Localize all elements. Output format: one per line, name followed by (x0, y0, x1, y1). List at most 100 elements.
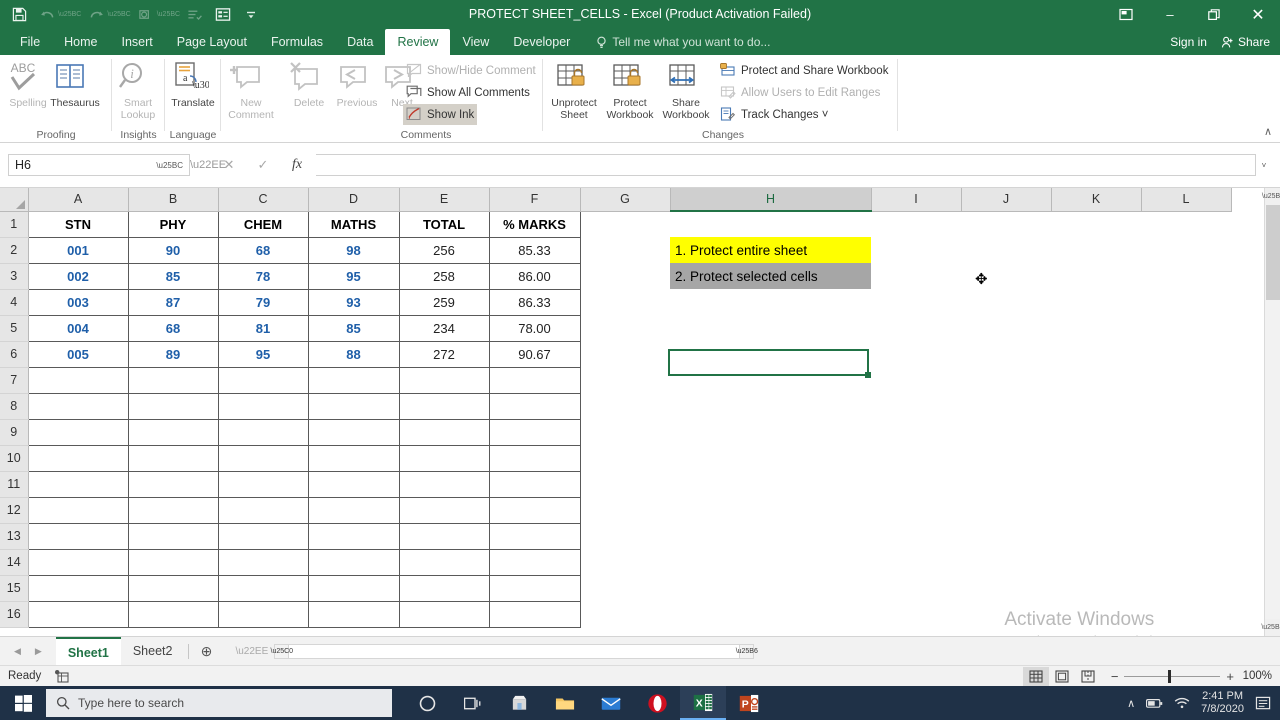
wifi-icon[interactable] (1174, 697, 1190, 709)
share-workbook-button[interactable]: Share Workbook (657, 57, 715, 121)
cell-f10[interactable] (488, 444, 581, 472)
share-button[interactable]: Share (1221, 35, 1270, 49)
column-header-g[interactable]: G (580, 188, 671, 212)
cell-k7[interactable] (1051, 367, 1141, 393)
cell-c6[interactable]: 95 (217, 340, 309, 368)
cell-i15[interactable] (871, 575, 961, 601)
cell-i9[interactable] (871, 419, 961, 445)
cell-l3[interactable] (1141, 263, 1231, 289)
cell-k12[interactable] (1051, 497, 1141, 523)
row-header-12[interactable]: 12 (0, 497, 29, 524)
cell-g2[interactable] (580, 237, 670, 263)
cell-b4[interactable]: 87 (127, 288, 219, 316)
cell-k10[interactable] (1051, 445, 1141, 471)
cell-k13[interactable] (1051, 523, 1141, 549)
show-ink-button[interactable]: Show Ink (403, 104, 478, 125)
cell-f9[interactable] (488, 418, 581, 446)
row-header-7[interactable]: 7 (0, 367, 29, 394)
cell-c4[interactable]: 79 (217, 288, 309, 316)
cell-k14[interactable] (1051, 549, 1141, 575)
page-layout-view-icon[interactable] (1049, 667, 1075, 686)
tab-developer[interactable]: Developer (501, 29, 582, 55)
column-header-l[interactable]: L (1141, 188, 1232, 212)
row-header-1[interactable]: 1 (0, 211, 29, 238)
restore-button[interactable] (1192, 0, 1236, 29)
cell-g13[interactable] (580, 523, 670, 549)
cell-h16[interactable] (670, 601, 871, 627)
zoom-in-button[interactable]: + (1226, 669, 1234, 684)
allow-users-to-edit-ranges-button[interactable]: Allow Users to Edit Ranges (717, 82, 883, 103)
notification-icon[interactable] (1255, 696, 1272, 711)
cell-c15[interactable] (217, 574, 309, 602)
cell-c9[interactable] (217, 418, 309, 446)
cell-g10[interactable] (580, 445, 670, 471)
cell-b12[interactable] (127, 496, 219, 524)
cell-i6[interactable] (871, 341, 961, 367)
cell-h13[interactable] (670, 523, 871, 549)
column-header-b[interactable]: B (128, 188, 219, 212)
cell-k8[interactable] (1051, 393, 1141, 419)
expand-formula-bar-button[interactable]: ˅ (1256, 161, 1272, 170)
row-header-8[interactable]: 8 (0, 393, 29, 420)
thesaurus-button[interactable]: Thesaurus (49, 57, 101, 109)
tab-view[interactable]: View (450, 29, 501, 55)
cell-d14[interactable] (307, 548, 400, 576)
row-header-4[interactable]: 4 (0, 289, 29, 316)
cell-g16[interactable] (580, 601, 670, 627)
horizontal-scrollbar[interactable]: \u25C0 \u25B6 (271, 643, 758, 659)
cell-h9[interactable] (670, 419, 871, 445)
page-break-preview-icon[interactable] (1075, 667, 1101, 686)
cell-j16[interactable] (961, 601, 1051, 627)
scroll-up-arrow-icon[interactable]: \u25B2 (1262, 188, 1280, 205)
cortana-icon[interactable] (404, 686, 450, 720)
taskbar-clock[interactable]: 2:41 PM 7/8/2020 (1201, 690, 1244, 716)
cell-b9[interactable] (127, 418, 219, 446)
cell-c7[interactable] (217, 366, 309, 394)
cell-d13[interactable] (307, 522, 400, 550)
vertical-scrollbar[interactable]: \u25B2 \u25BC (1261, 188, 1280, 636)
cell-g6[interactable] (580, 341, 670, 367)
cell-d1[interactable]: MATHS (307, 210, 400, 238)
protect-and-share-workbook-button[interactable]: Protect and Share Workbook (717, 60, 891, 81)
column-header-k[interactable]: K (1051, 188, 1142, 212)
cell-f11[interactable] (488, 470, 581, 498)
cell-j15[interactable] (961, 575, 1051, 601)
new-comment-button[interactable]: New Comment (223, 57, 279, 121)
column-header-h[interactable]: H (670, 188, 872, 212)
normal-view-icon[interactable] (1022, 666, 1049, 686)
column-header-e[interactable]: E (399, 188, 490, 212)
cell-g1[interactable] (580, 211, 670, 237)
cell-b8[interactable] (127, 392, 219, 420)
insert-function-button[interactable]: fx (280, 154, 314, 176)
cell-i13[interactable] (871, 523, 961, 549)
column-header-j[interactable]: J (961, 188, 1052, 212)
cell-e13[interactable] (398, 522, 490, 550)
cell-b3[interactable]: 85 (127, 262, 219, 290)
spreadsheet-grid[interactable]: A B C D E F G H I J K L 1 STN PHY CHEM M… (0, 188, 1280, 636)
taskbar-search-box[interactable]: Type here to search (46, 689, 392, 717)
row-header-10[interactable]: 10 (0, 445, 29, 472)
tab-insert[interactable]: Insert (110, 29, 165, 55)
cell-a6[interactable]: 005 (27, 340, 129, 368)
cell-j5[interactable] (961, 315, 1051, 341)
cell-f6[interactable]: 90.67 (488, 340, 581, 368)
cell-g14[interactable] (580, 549, 670, 575)
cell-i11[interactable] (871, 471, 961, 497)
formula-input[interactable] (316, 154, 1256, 176)
scroll-left-arrow-icon[interactable]: \u25C0 (271, 644, 293, 658)
cell-j11[interactable] (961, 471, 1051, 497)
cell-i8[interactable] (871, 393, 961, 419)
cell-a8[interactable] (27, 392, 129, 420)
cell-b1[interactable]: PHY (127, 210, 219, 238)
cell-i10[interactable] (871, 445, 961, 471)
protect-workbook-button[interactable]: Protect Workbook (601, 57, 659, 121)
cell-a1[interactable]: STN (27, 210, 129, 238)
row-header-2[interactable]: 2 (0, 237, 29, 264)
row-header-16[interactable]: 16 (0, 601, 29, 628)
cell-d10[interactable] (307, 444, 400, 472)
cell-c12[interactable] (217, 496, 309, 524)
cell-d15[interactable] (307, 574, 400, 602)
cell-c1[interactable]: CHEM (217, 210, 309, 238)
cell-f16[interactable] (488, 600, 581, 628)
battery-icon[interactable] (1146, 698, 1163, 709)
